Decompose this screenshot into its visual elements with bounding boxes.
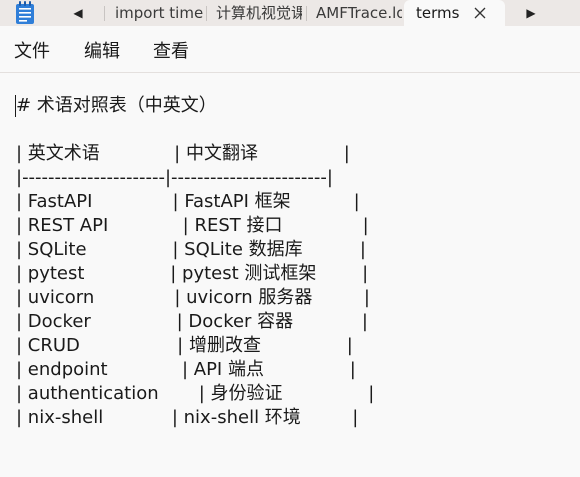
close-tab-button[interactable] xyxy=(470,3,490,23)
editor-line: | CRUD | 增删改查 | xyxy=(16,335,353,356)
tab-computer-vision[interactable]: 计算机视觉课 xyxy=(216,0,302,26)
menu-edit[interactable]: 编辑 xyxy=(84,41,120,63)
editor-line: |----------------------|----------------… xyxy=(16,167,333,188)
tab-import-time[interactable]: import time( xyxy=(115,0,203,26)
tab-bar: ◀ import time( 计算机视觉课 AMFTrace.log terms… xyxy=(0,0,580,26)
editor-line: | REST API | REST 接口 | xyxy=(16,215,369,236)
editor-line: | FastAPI | FastAPI 框架 | xyxy=(16,191,360,212)
tab-divider xyxy=(206,6,207,21)
scroll-tabs-left-button[interactable]: ◀ xyxy=(60,0,96,26)
tab-terms-active[interactable]: terms xyxy=(404,0,505,26)
tab-divider xyxy=(306,6,307,21)
editor-line: | SQLite | SQLite 数据库 | xyxy=(16,239,366,260)
tab-label: 计算机视觉课 xyxy=(216,4,302,22)
menu-bar: 文件 编辑 查看 xyxy=(0,26,580,73)
editor-line: | nix-shell | nix-shell 环境 | xyxy=(16,407,359,428)
active-tab-label: terms xyxy=(416,4,460,22)
editor-line: | uvicorn | uvicorn 服务器 | xyxy=(16,287,370,308)
editor-line: | pytest | pytest 测试框架 | xyxy=(16,263,369,284)
editor-line: | endpoint | API 端点 | xyxy=(16,359,356,380)
editor-line: | Docker | Docker 容器 | xyxy=(16,311,368,332)
menu-file[interactable]: 文件 xyxy=(14,41,50,63)
editor-line: # 术语对照表（中英文） xyxy=(16,95,217,116)
menu-view[interactable]: 查看 xyxy=(153,41,189,63)
editor-line: | 英文术语 | 中文翻译 | xyxy=(16,143,350,164)
chevron-right-icon: ▶ xyxy=(526,6,536,20)
close-icon xyxy=(474,7,486,19)
scroll-tabs-right-button[interactable]: ▶ xyxy=(513,0,549,26)
chevron-left-icon: ◀ xyxy=(73,6,83,20)
tab-label: AMFTrace.log xyxy=(316,4,402,22)
tab-amftrace-log[interactable]: AMFTrace.log xyxy=(316,0,402,26)
tab-divider xyxy=(104,6,105,21)
tab-label: import time( xyxy=(115,4,203,22)
notepad-icon xyxy=(15,1,35,25)
text-editor-area[interactable]: # 术语对照表（中英文） | 英文术语 | 中文翻译 | |----------… xyxy=(0,73,580,477)
editor-line: | authentication | 身份验证 | xyxy=(16,383,375,404)
